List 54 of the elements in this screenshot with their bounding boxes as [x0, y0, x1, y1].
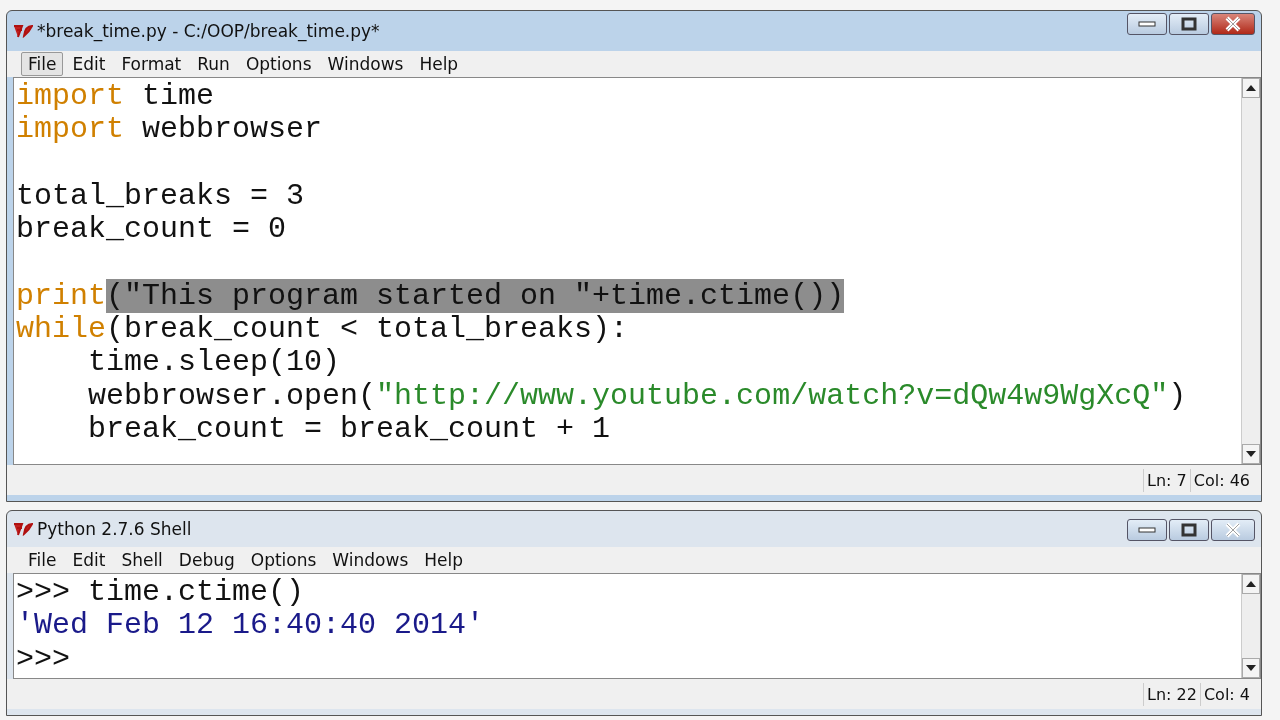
menu-item[interactable]: Debug — [171, 548, 242, 572]
code-line: >>> — [16, 642, 71, 676]
scroll-down-button[interactable] — [1242, 444, 1260, 464]
menu-item[interactable]: Windows — [320, 52, 411, 76]
column-number-status: Col: 46 — [1189, 468, 1253, 492]
minimize-icon — [1138, 20, 1156, 28]
code-line: 'Wed Feb 12 16:40:40 2014' — [16, 609, 486, 643]
close-icon — [1224, 16, 1242, 32]
menu-item[interactable]: Shell — [114, 548, 170, 572]
maximize-icon — [1181, 17, 1197, 31]
window-title: Python 2.7.6 Shell — [37, 519, 192, 539]
menu-item[interactable]: Options — [238, 52, 319, 76]
maximize-button[interactable] — [1169, 519, 1209, 541]
column-number-status: Col: 4 — [1199, 682, 1253, 706]
menu-item[interactable]: Help — [412, 52, 466, 76]
code-line: break_count = 0 — [16, 213, 288, 247]
menu-item[interactable]: File — [21, 548, 64, 572]
close-button[interactable] — [1211, 13, 1255, 35]
close-button[interactable] — [1211, 519, 1255, 541]
line-number-status: Ln: 7 — [1143, 468, 1190, 492]
code-line: while(break_count < total_breaks): — [16, 313, 630, 347]
menu-item[interactable]: Windows — [325, 548, 416, 572]
maximize-button[interactable] — [1169, 13, 1209, 35]
menu-item[interactable]: Format — [114, 52, 189, 76]
minimize-button[interactable] — [1127, 13, 1167, 35]
menu-item[interactable]: File — [21, 52, 64, 76]
menu-item[interactable]: Edit — [65, 548, 113, 572]
line-number-status: Ln: 22 — [1143, 682, 1200, 706]
window-title: *break_time.py - C:/OOP/break_time.py* — [37, 21, 380, 41]
menu-item[interactable]: Run — [190, 52, 237, 76]
code-line: total_breaks = 3 — [16, 179, 306, 214]
code-line: break_count = break_count + 1 — [87, 412, 612, 447]
scrollbar[interactable] — [1241, 78, 1260, 464]
minimize-button[interactable] — [1127, 519, 1167, 541]
close-icon — [1224, 522, 1242, 538]
scroll-up-button[interactable] — [1242, 78, 1260, 98]
code-line: import time — [16, 80, 216, 114]
down-arrow-icon — [1246, 451, 1256, 457]
scrollbar[interactable] — [1241, 574, 1260, 678]
menu-item[interactable]: Help — [417, 548, 470, 572]
up-arrow-icon — [1246, 85, 1256, 91]
up-arrow-icon — [1246, 581, 1256, 587]
menu-item[interactable]: Options — [243, 548, 324, 572]
code-line: webbrowser.open("http://www.youtube.com/watch?v=dQw4w9WgXcQ") — [87, 379, 1188, 413]
code-line: >>> time.ctime() — [16, 576, 306, 610]
menu-item[interactable]: Edit — [65, 52, 113, 76]
minimize-icon — [1138, 526, 1156, 534]
scroll-up-button[interactable] — [1242, 574, 1260, 594]
code-line: time.sleep(10) — [87, 346, 342, 380]
code-line: print("This program started on "+time.ctime()) — [16, 279, 846, 314]
maximize-icon — [1181, 523, 1197, 537]
code-line: import webbrowser — [16, 113, 324, 147]
down-arrow-icon — [1246, 665, 1256, 671]
scroll-down-button[interactable] — [1242, 658, 1260, 678]
